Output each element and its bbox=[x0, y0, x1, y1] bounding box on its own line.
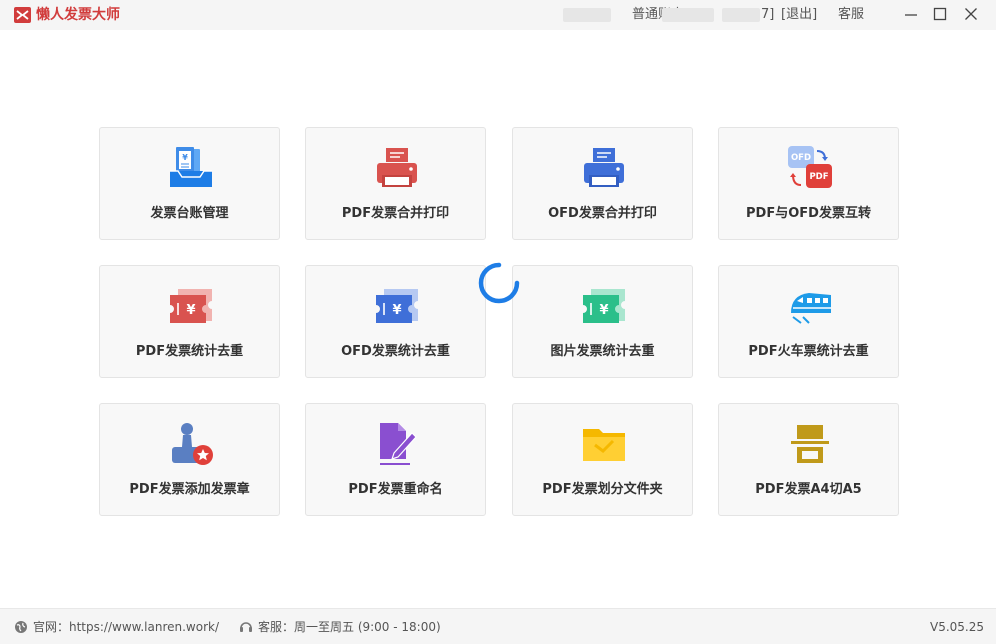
app-title: 懒人发票大师 bbox=[36, 7, 120, 23]
tile-pdf-a4-to-a5[interactable]: PDF发票A4切A5 bbox=[718, 403, 899, 516]
ledger-icon: ¥ bbox=[170, 147, 212, 187]
ticket-icon: ¥ bbox=[583, 289, 625, 323]
tile-label: PDF发票统计去重 bbox=[135, 344, 244, 359]
support-link[interactable]: 客服 bbox=[838, 6, 864, 24]
redacted-id bbox=[662, 8, 714, 22]
app-logo-icon bbox=[14, 7, 31, 23]
tile-pdf-train-ticket-dedupe[interactable]: PDF火车票统计去重 bbox=[718, 265, 899, 378]
logout-link[interactable]: [退出] bbox=[781, 6, 817, 24]
maximize-button[interactable] bbox=[927, 3, 953, 25]
tile-pdf-add-stamp[interactable]: PDF发票添加发票章 bbox=[99, 403, 280, 516]
ticket-icon: ¥ bbox=[376, 289, 418, 323]
tile-invoice-ledger[interactable]: ¥ 发票台账管理 bbox=[99, 127, 280, 240]
close-icon bbox=[965, 8, 977, 20]
headset-icon bbox=[240, 622, 252, 632]
tile-label: 图片发票统计去重 bbox=[550, 344, 655, 359]
account-id-suffix: 7] bbox=[761, 7, 775, 22]
rename-icon bbox=[380, 423, 417, 465]
tile-label: OFD发票统计去重 bbox=[341, 344, 450, 359]
tile-pdf-stats-dedupe[interactable]: ¥ PDF发票统计去重 bbox=[99, 265, 280, 378]
ticket-icon: ¥ bbox=[170, 289, 212, 323]
tile-pdf-ofd-convert[interactable]: OFD PDF PDF与OFD发票互转 bbox=[718, 127, 899, 240]
tile-label: PDF发票合并打印 bbox=[341, 206, 450, 221]
tile-label: OFD发票合并打印 bbox=[548, 206, 657, 221]
maximize-icon bbox=[933, 7, 947, 21]
close-button[interactable] bbox=[958, 3, 984, 25]
convert-icon: OFD PDF bbox=[788, 146, 832, 188]
tile-label: PDF发票划分文件夹 bbox=[542, 482, 663, 497]
tile-pdf-merge-print[interactable]: PDF发票合并打印 bbox=[305, 127, 486, 240]
svg-text:¥: ¥ bbox=[599, 303, 608, 318]
svg-text:¥: ¥ bbox=[182, 153, 188, 162]
tile-label: PDF火车票统计去重 bbox=[748, 344, 869, 359]
tile-pdf-rename[interactable]: PDF发票重命名 bbox=[305, 403, 486, 516]
tile-ofd-stats-dedupe[interactable]: ¥ OFD发票统计去重 bbox=[305, 265, 486, 378]
svg-text:PDF: PDF bbox=[809, 172, 828, 182]
train-icon bbox=[791, 293, 831, 324]
tile-ofd-merge-print[interactable]: OFD发票合并打印 bbox=[512, 127, 693, 240]
minimize-button[interactable] bbox=[898, 3, 924, 25]
stamp-icon bbox=[172, 423, 213, 465]
support-hours: 客服：周一至周五 (9:00 - 18:00) bbox=[258, 620, 441, 634]
loading-spinner-icon bbox=[478, 262, 520, 304]
printer-icon bbox=[377, 148, 417, 187]
tile-label: PDF发票A4切A5 bbox=[755, 482, 862, 497]
tile-image-stats-dedupe[interactable]: ¥ 图片发票统计去重 bbox=[512, 265, 693, 378]
website-link[interactable]: 官网：https://www.lanren.work/ bbox=[33, 619, 219, 635]
redacted-area bbox=[563, 8, 611, 22]
tile-label: PDF与OFD发票互转 bbox=[746, 206, 871, 221]
title-bar: 懒人发票大师 普通账户 [ID: 7] [退出] 客服 bbox=[0, 0, 996, 30]
redacted-id-2 bbox=[722, 8, 760, 22]
globe-icon bbox=[15, 621, 27, 633]
svg-text:OFD: OFD bbox=[791, 153, 811, 163]
app-version: V5.05.25 bbox=[929, 620, 984, 634]
svg-text:¥: ¥ bbox=[392, 303, 401, 318]
folder-icon bbox=[583, 429, 625, 461]
printer-icon bbox=[584, 148, 624, 187]
tile-pdf-split-folder[interactable]: PDF发票划分文件夹 bbox=[512, 403, 693, 516]
tile-label: PDF发票添加发票章 bbox=[129, 482, 250, 497]
minimize-icon bbox=[905, 14, 917, 16]
footer: 官网：https://www.lanren.work/ 客服：周一至周五 (9:… bbox=[0, 608, 996, 644]
svg-text:¥: ¥ bbox=[186, 303, 195, 318]
tile-label: 发票台账管理 bbox=[150, 206, 229, 221]
cut-icon bbox=[791, 425, 829, 463]
tile-label: PDF发票重命名 bbox=[348, 482, 443, 497]
